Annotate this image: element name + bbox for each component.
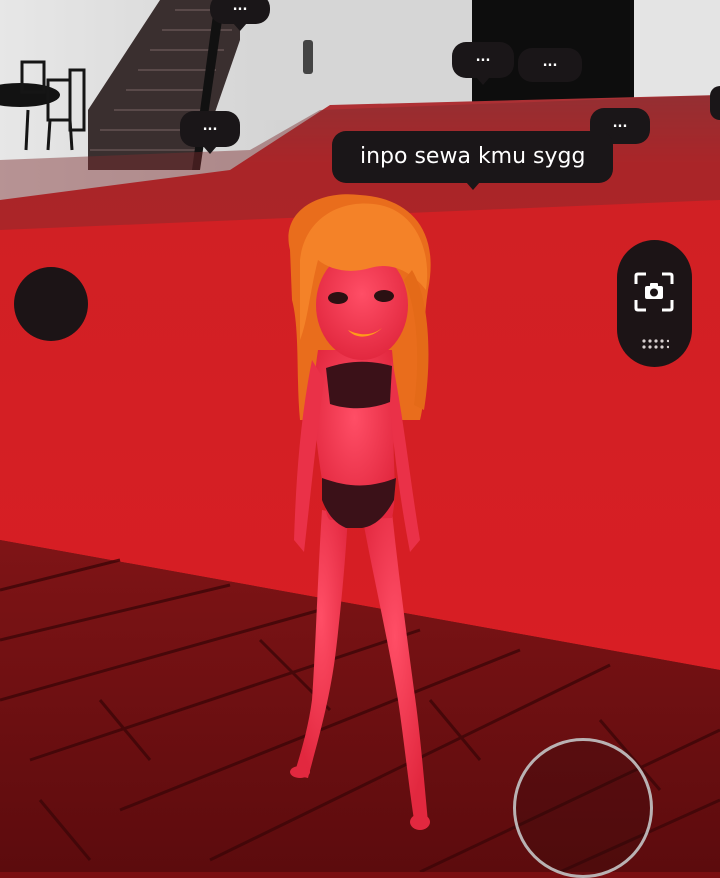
typing-bubble-top: ...	[210, 0, 270, 31]
typing-bubble-door-right: ...	[518, 48, 582, 82]
chat-message: inpo sewa kmu sygg	[360, 144, 586, 169]
avatar-right-eye	[374, 290, 394, 302]
movement-joystick[interactable]	[513, 738, 653, 878]
typing-bubble-stairs: ...	[180, 111, 240, 154]
avatar-right-foot	[410, 814, 430, 830]
avatar-top	[326, 361, 392, 409]
left-action-button[interactable]	[14, 267, 88, 341]
typing-bubble-edge	[710, 86, 720, 120]
avatar-left-eye	[328, 292, 348, 304]
camera-capture-icon[interactable]	[634, 272, 674, 312]
chat-bubble-main: inpo sewa kmu sygg	[332, 131, 614, 190]
dots-grid-icon[interactable]	[641, 338, 669, 350]
fire-extinguisher	[303, 40, 313, 74]
typing-bubble-door-left: ...	[452, 42, 514, 85]
avatar-left-foot	[290, 766, 310, 778]
camera-panel	[617, 240, 692, 367]
